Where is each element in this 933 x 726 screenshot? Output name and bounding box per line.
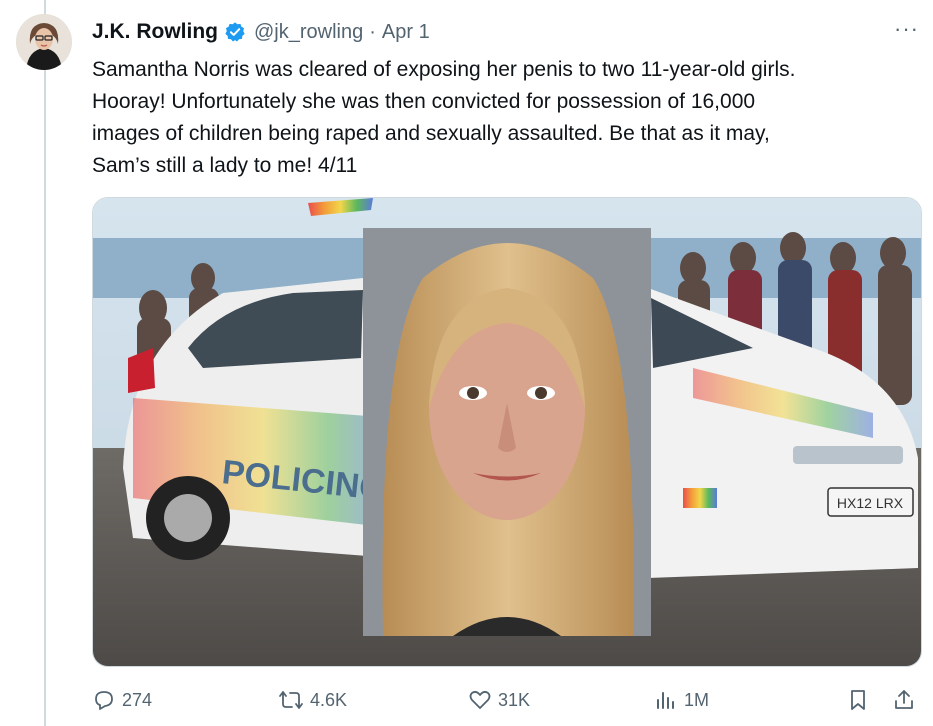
tweet-text: Samantha Norris was cleared of exposing … <box>92 54 922 182</box>
tweet-header: J.K. Rowling @jk_rowling · Apr 1 <box>92 18 933 46</box>
media-illustration: HX12 LRX POLICING PR <box>93 198 921 666</box>
views-icon <box>657 692 674 709</box>
tweet-actions: 274 4.6K 31K 1M <box>92 684 928 716</box>
views-count: 1M <box>684 689 710 710</box>
tweet-text-line: Sam’s still a lady to me! 4/11 <box>92 154 358 177</box>
author-handle[interactable]: @jk_rowling <box>254 21 363 44</box>
reply-button[interactable]: 274 <box>92 684 152 716</box>
share-button[interactable] <box>892 684 922 716</box>
tweet-text-line: Samantha Norris was cleared of exposing … <box>92 58 796 81</box>
tweet-media-image[interactable]: HX12 LRX POLICING PR <box>92 197 922 667</box>
thread-line <box>44 0 46 726</box>
views-button[interactable]: 1M <box>654 684 709 716</box>
tweet-text-line: Hooray! Unfortunately she was then convi… <box>92 90 756 113</box>
reply-count: 274 <box>122 689 153 710</box>
license-plate: HX12 LRX <box>837 495 904 511</box>
share-icon <box>895 690 913 709</box>
like-button[interactable]: 31K <box>468 684 530 716</box>
separator-dot: · <box>369 20 376 43</box>
tweet-text-line: images of children being raped and sexua… <box>92 122 770 145</box>
like-count: 31K <box>498 689 531 710</box>
tweet-date[interactable]: Apr 1 <box>382 21 430 44</box>
like-icon <box>469 690 491 709</box>
more-icon[interactable]: ··· <box>894 16 919 42</box>
bookmark-icon <box>851 690 865 710</box>
repost-button[interactable]: 4.6K <box>278 684 347 716</box>
author-name[interactable]: J.K. Rowling <box>92 20 218 44</box>
repost-icon <box>279 691 303 709</box>
avatar[interactable] <box>16 14 72 70</box>
reply-icon <box>95 691 113 710</box>
repost-count: 4.6K <box>310 689 348 710</box>
verified-badge-icon <box>225 22 245 42</box>
bookmark-button[interactable] <box>846 684 876 716</box>
